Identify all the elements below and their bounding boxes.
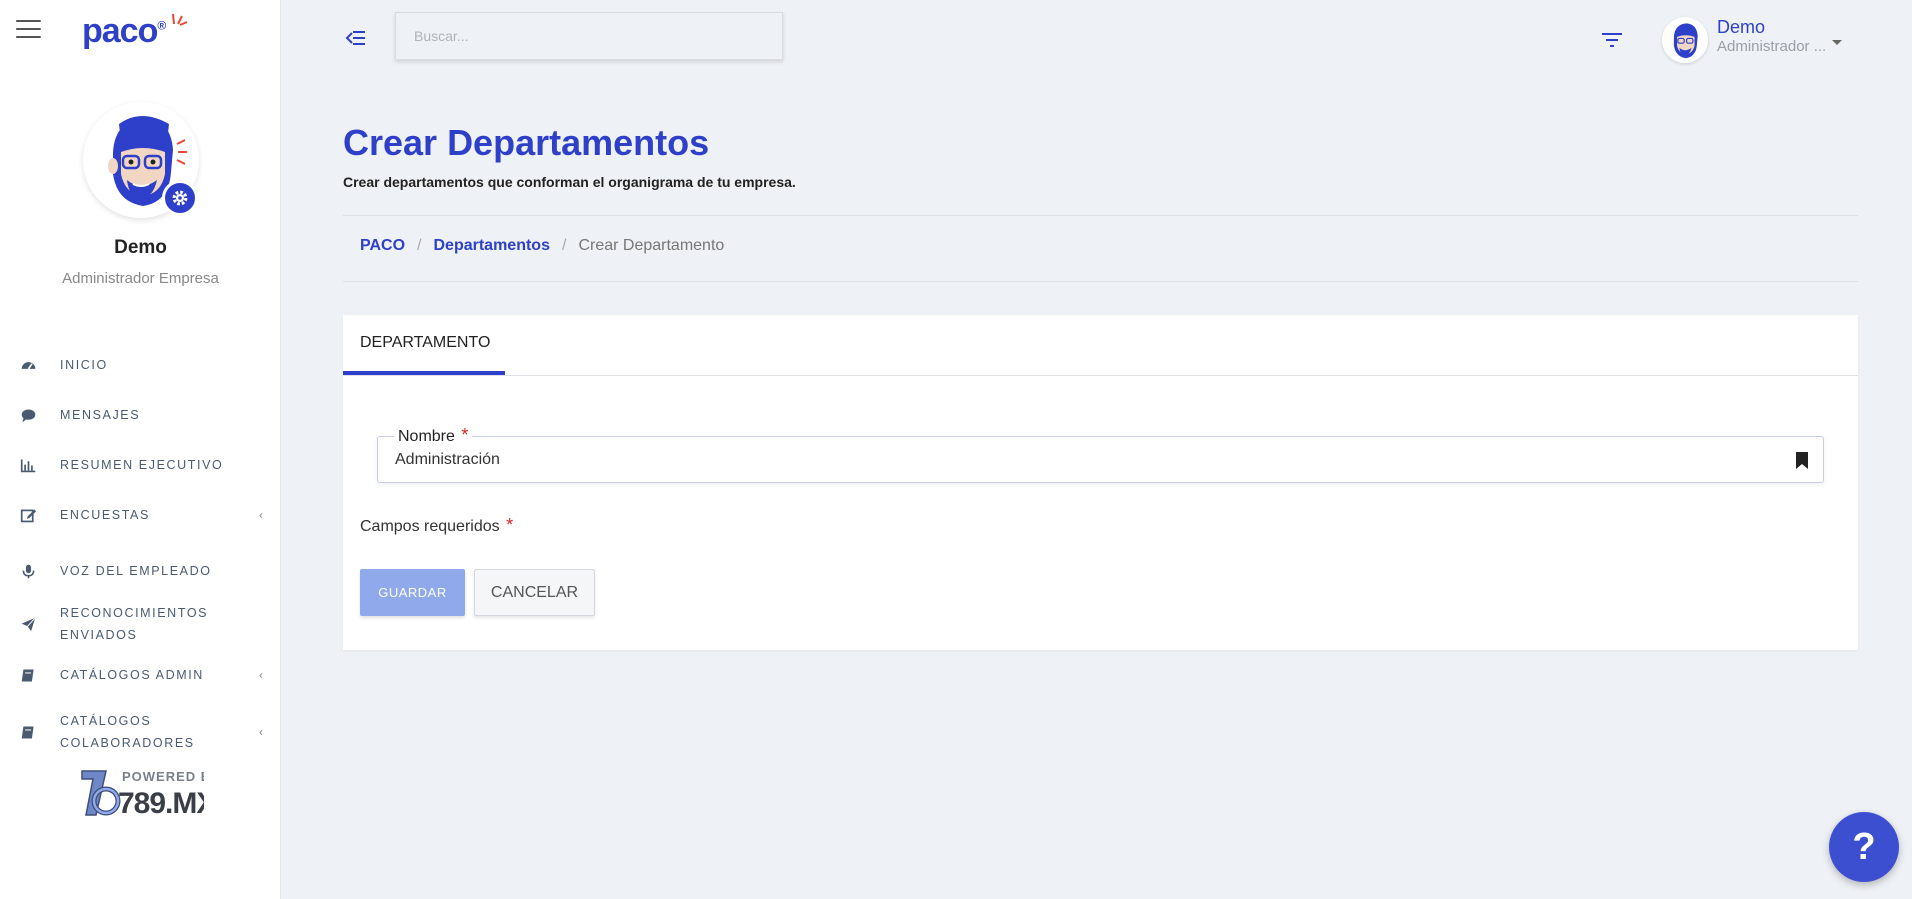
- sidebar-user-role: Administrador Empresa: [62, 270, 219, 287]
- department-form-card: DEPARTAMENTO Nombre * Campos requeridos …: [343, 315, 1858, 650]
- sidebar-item-label: Inicio: [60, 358, 108, 372]
- name-field-label: Nombre *: [394, 425, 473, 446]
- sidebar-item-encuestas[interactable]: Encuestas ‹: [0, 490, 281, 540]
- help-button[interactable]: ?: [1829, 812, 1899, 882]
- sidebar-item-label: Catálogos Admin: [60, 668, 204, 682]
- required-asterisk: *: [506, 515, 514, 535]
- breadcrumb-departamentos[interactable]: Departamentos: [434, 237, 550, 255]
- sidebar-nav: Inicio Mensajes Resumen Ejecutivo Encues…: [0, 340, 281, 760]
- user-avatar[interactable]: [1662, 17, 1708, 63]
- chevron-left-icon: ‹: [259, 508, 263, 522]
- name-label-text: Nombre: [398, 428, 455, 445]
- hamburger-menu-icon[interactable]: [16, 20, 41, 40]
- breadcrumb: PACO / Departamentos / Crear Departament…: [360, 237, 724, 255]
- page-subtitle: Crear departamentos que conforman el org…: [343, 174, 796, 190]
- save-button[interactable]: GUARDAR: [360, 569, 465, 616]
- powered-by-logo: POWERED BY 789.MX: [78, 765, 220, 821]
- sidebar-item-voz-del-empleado[interactable]: Voz del Empleado: [0, 546, 281, 596]
- edit-icon: [18, 505, 38, 525]
- search-input[interactable]: [395, 12, 783, 60]
- cancel-button[interactable]: CANCELAR: [474, 569, 595, 616]
- logo-spark-icon: [172, 13, 188, 26]
- dashboard-icon: [18, 355, 38, 375]
- sidebar-item-catalogos-admin[interactable]: Catálogos Admin ‹: [0, 650, 281, 700]
- sidebar-item-label: Encuestas: [60, 508, 150, 522]
- chevron-left-icon: ‹: [259, 725, 263, 739]
- sidebar-item-mensajes[interactable]: Mensajes: [0, 390, 281, 440]
- chat-bubble-icon: [18, 405, 38, 425]
- filter-icon[interactable]: [1600, 30, 1624, 50]
- sidebar-item-label: Catálogos Colaboradores: [60, 714, 195, 750]
- tab-departamento[interactable]: DEPARTAMENTO: [343, 315, 505, 375]
- sidebar-item-inicio[interactable]: Inicio: [0, 340, 281, 390]
- microphone-icon: [18, 561, 38, 581]
- sidebar-item-label: Mensajes: [60, 408, 141, 422]
- required-asterisk: *: [461, 425, 469, 445]
- chevron-left-icon: ‹: [259, 668, 263, 682]
- caret-down-icon[interactable]: [1832, 40, 1842, 45]
- topbar-user-role: Administrador ...: [1717, 38, 1827, 55]
- sidebar-item-label: Voz del Empleado: [60, 564, 212, 578]
- powered-by-text: POWERED BY: [122, 769, 204, 784]
- required-fields-note: Campos requeridos *: [360, 515, 513, 536]
- required-note-text: Campos requeridos: [360, 518, 500, 535]
- topbar-user-name: Demo: [1717, 17, 1766, 37]
- breadcrumb-current: Crear Departamento: [578, 237, 725, 254]
- sidebar-item-resumen-ejecutivo[interactable]: Resumen Ejecutivo: [0, 440, 281, 490]
- paco-logo[interactable]: paco®: [82, 12, 188, 51]
- sidebar-item-label: Resumen Ejecutivo: [60, 458, 224, 472]
- breadcrumb-paco[interactable]: PACO: [360, 237, 405, 255]
- bookmark-icon: [1796, 452, 1808, 469]
- sidebar-item-catalogos-colaboradores[interactable]: Catálogos Colaboradores ‹: [0, 704, 281, 760]
- sidebar-item-reconocimientos-enviados[interactable]: Reconocimientos Enviados: [0, 596, 281, 652]
- breadcrumb-separator: /: [417, 237, 422, 254]
- collapse-sidebar-icon[interactable]: [344, 26, 368, 50]
- tab-divider: [343, 375, 1858, 376]
- paper-plane-icon: [18, 614, 38, 634]
- sidebar-user-name: Demo: [114, 237, 167, 258]
- divider: [343, 281, 1858, 282]
- profile-settings-gear-icon[interactable]: [162, 180, 198, 216]
- user-menu[interactable]: Demo Administrador ...: [1717, 17, 1826, 57]
- book-icon: [18, 722, 38, 742]
- sidebar-item-label: Reconocimientos Enviados: [60, 606, 209, 642]
- page-title: Crear Departamentos: [343, 122, 710, 163]
- bar-chart-icon: [18, 455, 38, 475]
- book-icon: [18, 665, 38, 685]
- sidebar: paco® Demo Administrador Empresa INICIO …: [0, 0, 281, 899]
- logo-text: paco: [82, 12, 158, 50]
- powered-brand-text: 789.MX: [118, 787, 204, 820]
- logo-registered-mark: ®: [157, 18, 166, 33]
- divider: [343, 215, 1858, 216]
- department-name-input[interactable]: [377, 436, 1824, 483]
- breadcrumb-separator: /: [561, 237, 567, 254]
